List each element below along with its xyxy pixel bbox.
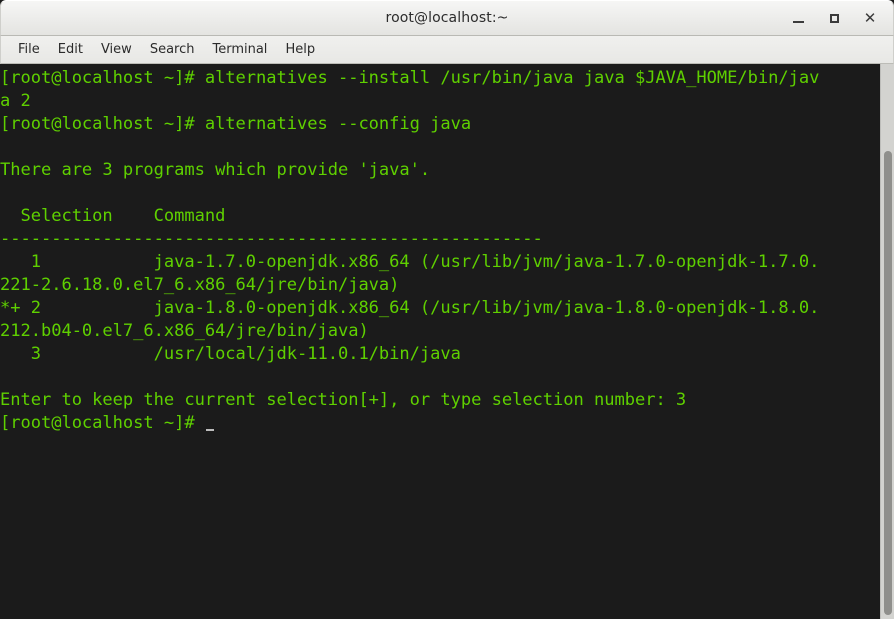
terminal-line: 212.b04-0.el7_6.x86_64/jre/bin/java) bbox=[0, 321, 369, 341]
terminal-line: [root@localhost ~]# alternatives --confi… bbox=[0, 114, 472, 134]
terminal-line: 3 /usr/local/jdk-11.0.1/bin/java bbox=[0, 344, 461, 364]
terminal-line: There are 3 programs which provide 'java… bbox=[0, 160, 431, 180]
terminal-window: root@localhost:~ ✕ File Edit View Search… bbox=[0, 0, 894, 619]
terminal-screen[interactable]: [root@localhost ~]# alternatives --insta… bbox=[0, 64, 880, 619]
terminal-output: [root@localhost ~]# alternatives --insta… bbox=[0, 64, 880, 435]
terminal-line: Enter to keep the current selection[+], … bbox=[0, 390, 687, 410]
maximize-icon bbox=[829, 13, 839, 23]
terminal-line: Selection Command bbox=[0, 206, 226, 226]
shell-prompt: [root@localhost ~]# bbox=[0, 413, 205, 433]
close-icon: ✕ bbox=[863, 8, 877, 27]
terminal-line: ----------------------------------------… bbox=[0, 229, 543, 249]
terminal-prompt-line: [root@localhost ~]# bbox=[0, 412, 880, 435]
menu-item-search[interactable]: Search bbox=[141, 39, 204, 60]
terminal-line: 221-2.6.18.0.el7_6.x86_64/jre/bin/java) bbox=[0, 275, 400, 295]
terminal-line: [root@localhost ~]# alternatives --insta… bbox=[0, 68, 820, 88]
close-button[interactable]: ✕ bbox=[861, 9, 879, 27]
scrollbar-thumb[interactable] bbox=[884, 151, 892, 615]
menu-item-help[interactable]: Help bbox=[276, 39, 324, 60]
menu-item-file[interactable]: File bbox=[9, 39, 49, 60]
window-title: root@localhost:~ bbox=[385, 10, 509, 26]
minimize-icon bbox=[792, 20, 804, 23]
vertical-scrollbar[interactable] bbox=[880, 64, 894, 619]
terminal-cursor bbox=[205, 414, 215, 431]
menu-bar: File Edit View Search Terminal Help bbox=[0, 36, 894, 64]
menu-item-edit[interactable]: Edit bbox=[49, 39, 92, 60]
minimize-button[interactable] bbox=[789, 9, 807, 27]
menu-item-view[interactable]: View bbox=[92, 39, 141, 60]
maximize-button[interactable] bbox=[825, 9, 843, 27]
terminal-line: *+ 2 java-1.8.0-openjdk.x86_64 (/usr/lib… bbox=[0, 298, 820, 318]
menu-item-terminal[interactable]: Terminal bbox=[203, 39, 276, 60]
window-controls: ✕ bbox=[789, 1, 887, 35]
terminal-body: [root@localhost ~]# alternatives --insta… bbox=[0, 64, 894, 619]
terminal-line: 1 java-1.7.0-openjdk.x86_64 (/usr/lib/jv… bbox=[0, 252, 820, 272]
title-bar[interactable]: root@localhost:~ ✕ bbox=[0, 0, 894, 36]
terminal-line: a 2 bbox=[0, 91, 31, 111]
